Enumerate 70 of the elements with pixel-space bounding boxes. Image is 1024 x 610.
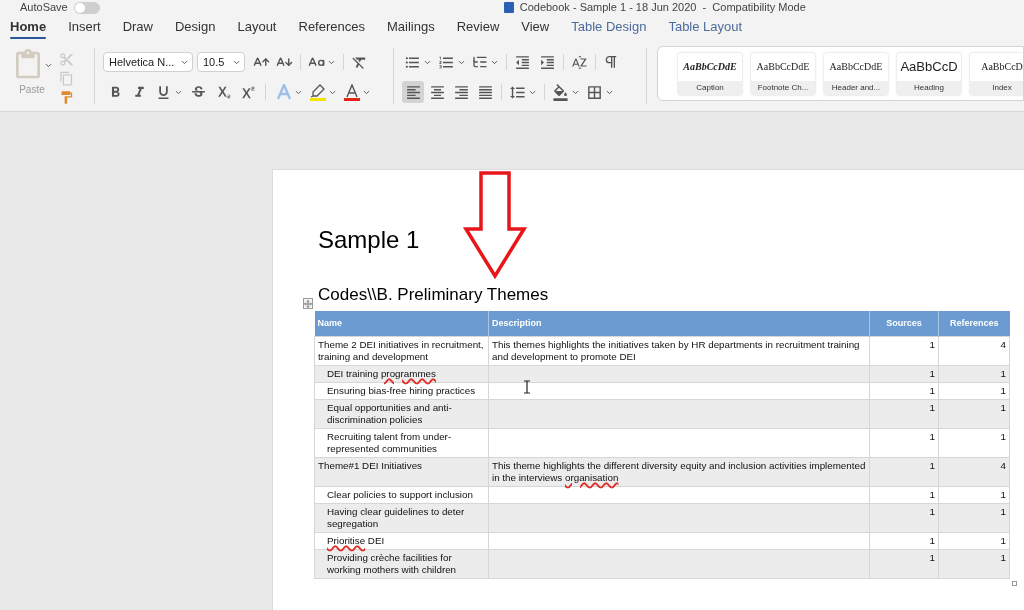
ribbon-tab[interactable]: Home	[10, 19, 47, 39]
table-cell: Ensuring bias-free hiring practices	[314, 382, 489, 399]
ribbon-tab[interactable]: References	[298, 19, 365, 39]
table-cell: 1	[938, 428, 1010, 457]
table-cell: Recruiting talent from under-represented communities	[314, 428, 489, 457]
table-cell: 1	[869, 428, 939, 457]
style-card[interactable]: AaBbCcDdE Caption	[678, 52, 742, 95]
table-move-handle[interactable]	[303, 298, 313, 309]
increase-indent-icon	[539, 53, 556, 71]
move-icon	[304, 299, 312, 308]
decrease-indent-icon	[514, 53, 531, 71]
pilcrow-icon	[603, 54, 619, 70]
paint-bucket-icon	[552, 83, 569, 101]
ribbon-tab[interactable]: Layout	[237, 19, 277, 39]
text-cursor-icon	[523, 380, 531, 394]
table-cell: This theme highlights the different diversity equity and inclusion activities implemented in the interviews organisation	[488, 457, 870, 486]
table-cell: Equal opportunities and anti-discrimination policies	[314, 399, 489, 428]
table-cell: 1	[938, 549, 1010, 578]
ribbon-tab[interactable]: View	[521, 19, 550, 39]
table-resize-handle[interactable]	[1012, 580, 1017, 586]
column-header: Description	[488, 311, 870, 336]
table-cell: 1	[938, 503, 1010, 532]
document-icon	[503, 2, 514, 13]
window-title: Codebook - Sample 1 - 18 Jun 2020 - Compatibility Mode	[519, 2, 806, 13]
style-card[interactable]: AaBbCcDdE Footnote Ch...	[751, 52, 815, 95]
table-cell: This themes highlights the initiatives taken by HR departments in recruitment training and development to promote DEI	[488, 336, 870, 365]
text-effects-icon	[276, 84, 292, 100]
align-right-icon	[452, 83, 470, 101]
table-cell: 1	[938, 399, 1010, 428]
table-cell: Theme#1 DEI Initiatives	[314, 457, 489, 486]
align-left-button[interactable]	[402, 81, 424, 103]
font-name-field[interactable]: Helvetica N...	[103, 52, 193, 72]
ribbon-tab[interactable]: Table Design	[571, 19, 647, 39]
sort-icon	[571, 53, 588, 71]
table-cell: Theme 2 DEI initiatives in recruitment, training and development	[314, 336, 489, 365]
font-color-icon	[344, 83, 360, 101]
ribbon-tab[interactable]: Draw	[122, 19, 153, 39]
multilevel-list-icon	[472, 54, 488, 70]
table-cell: 1	[869, 399, 939, 428]
ribbon-tab[interactable]: Table Layout	[668, 19, 743, 39]
column-header: Name	[314, 311, 489, 336]
table-cell: 4	[938, 336, 1010, 365]
highlighter-icon	[310, 83, 326, 101]
table-cell: Providing crèche facilities for working mothers with children	[314, 549, 489, 578]
table-cell: 4	[938, 457, 1010, 486]
table-cell: 1	[869, 503, 939, 532]
style-card[interactable]: AaBbCcD Index	[970, 52, 1023, 95]
align-center-icon	[428, 83, 446, 101]
ribbon-tab[interactable]: Insert	[68, 19, 101, 39]
table-cell: 1	[869, 549, 939, 578]
style-card[interactable]: AaBbCcDdE Header and...	[824, 52, 888, 95]
table-cell: 1	[869, 336, 939, 365]
scissors-icon	[58, 51, 74, 67]
autosave-toggle[interactable]	[73, 1, 100, 14]
column-header: Sources	[869, 311, 939, 336]
ribbon-tab[interactable]: Design	[175, 19, 216, 39]
ribbon-tab[interactable]: Mailings	[387, 19, 435, 39]
justify-icon	[476, 83, 494, 101]
borders-icon	[586, 83, 603, 101]
table-cell: Having clear guidelines to deter segregation	[314, 503, 489, 532]
section-heading: Codes\\B. Preliminary Themes	[317, 285, 550, 305]
autosave-label: AutoSave	[20, 2, 68, 13]
copy-icon	[58, 70, 74, 86]
table-cell: 1	[869, 457, 939, 486]
ribbon-tab[interactable]: Review	[456, 19, 500, 39]
document-title: Sample 1	[317, 226, 421, 254]
align-left-icon	[404, 83, 422, 101]
column-header: References	[938, 311, 1010, 336]
style-card[interactable]: AaBbCcD Heading	[897, 52, 961, 95]
font-size-field[interactable]: 10.5	[197, 52, 245, 72]
